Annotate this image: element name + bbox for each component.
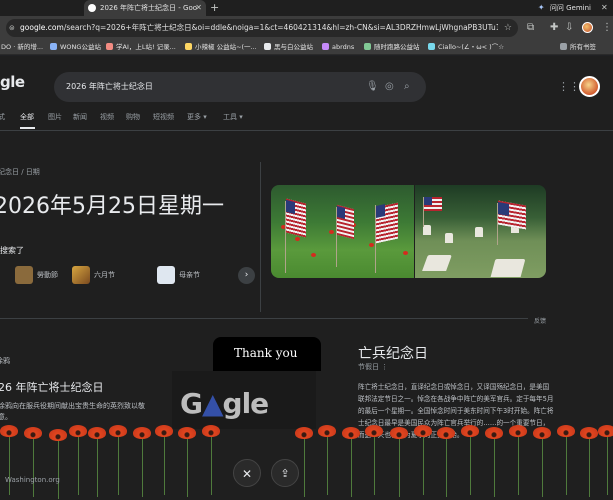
apps-grid-icon[interactable]: ⋮⋮	[558, 80, 580, 93]
source-label: Washington.org	[5, 476, 60, 484]
tab-short-videos[interactable]: 短视频	[153, 112, 174, 122]
tab-shopping[interactable]: 购物	[126, 112, 140, 122]
google-logo[interactable]: gle	[0, 73, 25, 91]
thank-you-text: Thank you	[234, 346, 298, 360]
bookmark-item[interactable]: WONG公益站	[50, 40, 101, 55]
microphone-icon[interactable]: 🎙	[366, 72, 379, 102]
gemini-star-icon: ✦	[537, 3, 545, 12]
bookmark-favicon-icon	[428, 43, 435, 50]
tab-active[interactable]: 2026 年阵亡将士纪念日 - Goo ✕	[84, 0, 206, 16]
bookmark-item[interactable]: DO · 新的增...	[1, 40, 43, 55]
doodle-google-logo: G▲gle	[180, 387, 269, 420]
tab-more[interactable]: 更多 ▾	[187, 112, 207, 122]
tab-images[interactable]: 图片	[48, 112, 62, 122]
tab-title: 2026 年阵亡将士纪念日 - Goo	[100, 4, 198, 12]
chip-label: 六月节	[94, 271, 115, 279]
answer-date: 2026年5月25日星期一	[0, 194, 224, 219]
download-icon[interactable]: ⇩	[565, 16, 573, 40]
bookmark-item[interactable]: abrdns	[322, 40, 354, 55]
doodle-title[interactable]: 26 年阵亡将士纪念日	[0, 379, 104, 395]
divider	[0, 318, 528, 319]
breadcrumb: 纪念日 / 日期	[0, 168, 40, 176]
search-icon[interactable]: ⌕	[404, 72, 410, 102]
related-chip[interactable]: 六月节	[72, 265, 115, 285]
gemini-button[interactable]: ✦ 问问 Gemini	[536, 2, 591, 14]
search-input[interactable]: 2026 年阵亡将士纪念日 🎙 ◎ ⌕	[54, 72, 426, 102]
gemini-label: 问问 Gemini	[549, 4, 591, 12]
divider	[260, 162, 261, 312]
also-searched-heading: 还搜索了	[0, 246, 24, 255]
bookmark-item[interactable]: 学AI，上L站! 记录...	[106, 40, 176, 55]
divider	[0, 130, 613, 131]
tab-videos[interactable]: 视频	[100, 112, 114, 122]
folder-icon	[560, 43, 567, 50]
bookmark-favicon-icon	[185, 43, 192, 50]
chevron-right-icon[interactable]: ›	[238, 267, 255, 284]
more-options-icon[interactable]: ⋮	[381, 363, 388, 371]
active-tab-indicator	[20, 127, 35, 129]
google-favicon-icon	[88, 4, 96, 12]
bookmark-item[interactable]: 小辣椒 公益站~(一...	[185, 40, 257, 55]
bookmarks-bar: DO · 新的增... WONG公益站 学AI，上L站! 记录... 小辣椒 公…	[0, 40, 613, 55]
bookmark-favicon-icon	[264, 43, 271, 50]
bookmark-favicon-icon	[106, 43, 113, 50]
menu-dots-icon[interactable]: ⋮	[602, 16, 612, 40]
chip-label: 母亲节	[179, 271, 200, 279]
doodle-label: 涂鸦	[0, 357, 10, 365]
close-tab-icon[interactable]: ✕	[195, 0, 202, 16]
bookmark-favicon-icon	[50, 43, 57, 50]
bookmark-favicon-icon	[364, 43, 371, 50]
lens-icon[interactable]: ◎	[385, 72, 394, 102]
site-info-icon[interactable]: ⊜	[9, 24, 15, 32]
bookmark-item[interactable]: Ciallo~(∠・ω< )⌒☆	[428, 40, 504, 55]
tab-all[interactable]: 全部	[20, 112, 34, 122]
new-tab-button[interactable]: +	[210, 0, 219, 16]
url-text[interactable]: google.com/search?q=2026+年阵亡将士纪念日&oi=ddl…	[20, 19, 498, 37]
puzzle-icon[interactable]: ✚	[550, 16, 558, 40]
poppy-border	[0, 425, 613, 500]
tab-strip: 2026 年阵亡将士纪念日 - Goo ✕ + ✦ 问问 Gemini ✕	[0, 0, 613, 16]
search-results-page: gle 2026 年阵亡将士纪念日 🎙 ◎ ⌕ ⋮⋮ 式 全部 图片 新闻 视频…	[0, 56, 613, 500]
cemetery-graves-photo[interactable]	[415, 185, 546, 278]
chip-thumbnail	[72, 266, 90, 284]
chip-thumbnail	[15, 266, 33, 284]
profile-icon[interactable]	[582, 22, 593, 33]
doodle-description: 涂鸦向在服兵役期间献出宝贵生命的英烈致以敬意。	[0, 402, 145, 421]
knowledge-panel-subtitle: 节假日 ⋮	[358, 363, 389, 371]
knowledge-panel-title: 亡兵纪念日	[358, 346, 428, 362]
share-icon[interactable]: ⇪	[271, 459, 299, 487]
chip-thumbnail	[157, 266, 175, 284]
chip-label: 勞動節	[37, 271, 58, 279]
close-icon[interactable]: ✕	[233, 459, 261, 487]
bookmark-star-icon[interactable]: ☆	[504, 19, 512, 37]
tab-mode[interactable]: 式	[0, 112, 5, 122]
tab-news[interactable]: 新闻	[73, 112, 87, 122]
address-bar[interactable]: ⊜ google.com/search?q=2026+年阵亡将士纪念日&oi=d…	[6, 19, 518, 37]
bookmark-favicon-icon	[322, 43, 329, 50]
tab-tools[interactable]: 工具 ▾	[223, 112, 243, 122]
folded-flag-icon: ▲	[201, 387, 224, 420]
bookmark-item[interactable]: 黑与白公益站	[264, 40, 313, 55]
related-chip[interactable]: 勞動節	[15, 265, 58, 285]
extension-icon[interactable]: ⧉	[527, 16, 534, 40]
cemetery-flags-photo[interactable]	[271, 185, 414, 278]
toolbar: ⊜ google.com/search?q=2026+年阵亡将士纪念日&oi=d…	[0, 16, 613, 40]
all-bookmarks[interactable]: 所有书签	[560, 40, 596, 55]
feedback-link[interactable]: 反馈	[534, 316, 546, 325]
related-chip[interactable]: 母亲节	[157, 265, 200, 285]
bookmark-item[interactable]: 随时跑路公益站	[364, 40, 420, 55]
account-avatar[interactable]	[579, 76, 600, 97]
search-query[interactable]: 2026 年阵亡将士纪念日	[66, 72, 153, 102]
tab-previous[interactable]	[0, 0, 80, 16]
